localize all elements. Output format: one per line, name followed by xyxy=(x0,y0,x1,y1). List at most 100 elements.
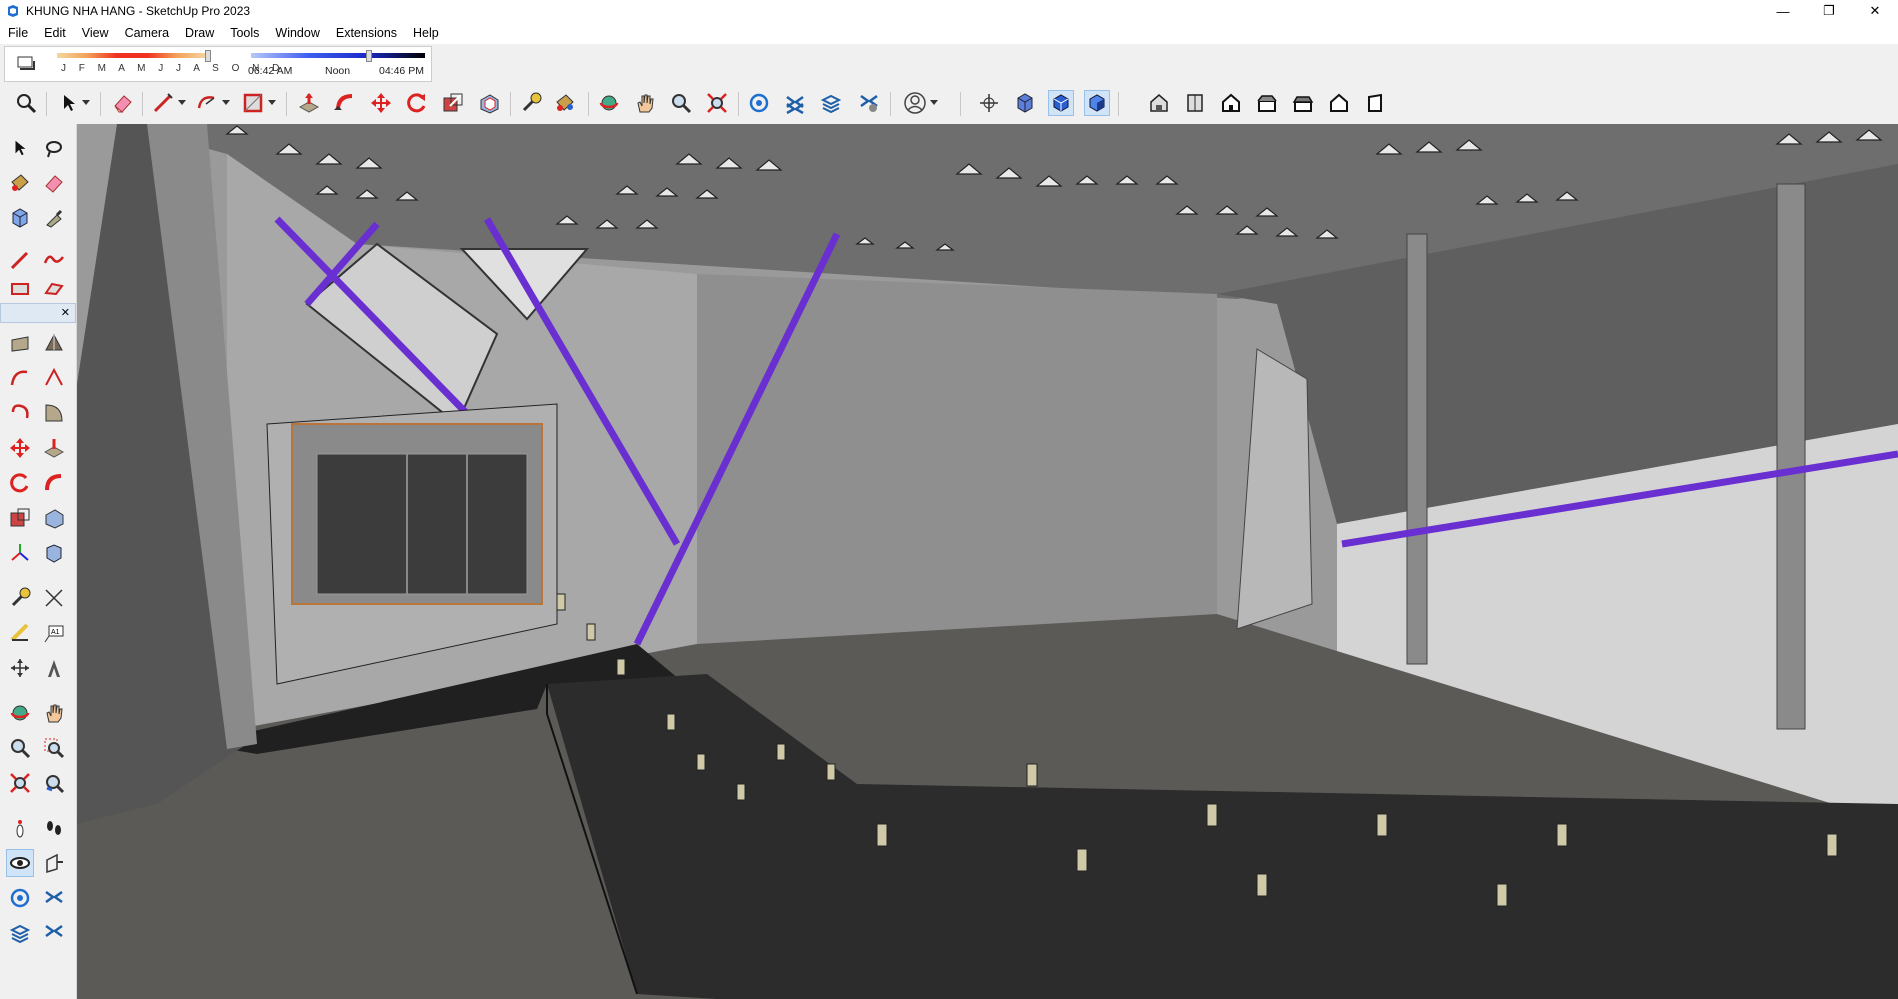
walk-icon[interactable] xyxy=(6,814,34,842)
menu-draw[interactable]: Draw xyxy=(177,26,222,40)
protractor-icon[interactable] xyxy=(6,619,34,647)
offset-icon[interactable] xyxy=(476,90,502,116)
dimensions-icon[interactable] xyxy=(40,584,68,612)
select-icon[interactable] xyxy=(56,90,82,116)
move-icon[interactable] xyxy=(368,90,394,116)
rotate-icon[interactable] xyxy=(404,90,430,116)
circle-tool-icon[interactable] xyxy=(6,329,34,357)
warehouse-tool-icon[interactable] xyxy=(6,884,34,912)
front-view-icon[interactable] xyxy=(1218,90,1244,116)
maximize-button[interactable]: ❐ xyxy=(1806,0,1852,22)
select-tool-icon[interactable] xyxy=(6,134,34,162)
menu-view[interactable]: View xyxy=(74,26,117,40)
component-tool-icon[interactable] xyxy=(6,204,34,232)
freehand-icon[interactable] xyxy=(40,246,68,274)
iso-view-icon[interactable] xyxy=(1146,90,1172,116)
zoom-icon[interactable] xyxy=(668,90,694,116)
position-camera-icon[interactable] xyxy=(976,90,1002,116)
account-icon[interactable] xyxy=(902,90,928,116)
menu-window[interactable]: Window xyxy=(267,26,327,40)
right-view-icon[interactable] xyxy=(1254,90,1280,116)
time-slider-track[interactable] xyxy=(251,53,425,58)
menu-tools[interactable]: Tools xyxy=(222,26,267,40)
polygon-tool-icon[interactable] xyxy=(40,329,68,357)
rotated-rectangle-icon[interactable] xyxy=(40,274,68,302)
section-plane-icon[interactable] xyxy=(40,849,68,877)
time-slider-thumb[interactable] xyxy=(366,50,372,62)
rectangle-tool-icon[interactable] xyxy=(6,274,34,302)
previous-view-icon[interactable] xyxy=(40,769,68,797)
axes-position-icon[interactable] xyxy=(6,654,34,682)
text-tool-icon[interactable]: A1 xyxy=(40,619,68,647)
arc-dropdown-icon[interactable] xyxy=(220,90,232,116)
top-view-icon[interactable] xyxy=(1182,90,1208,116)
back-view-icon[interactable] xyxy=(1290,90,1316,116)
close-button[interactable]: ✕ xyxy=(1852,0,1898,22)
zoom-extents-tool-icon[interactable] xyxy=(6,769,34,797)
extension-manager-icon[interactable] xyxy=(856,90,882,116)
tape-measure-icon[interactable] xyxy=(518,90,544,116)
arc-icon[interactable] xyxy=(194,90,220,116)
select-dropdown-icon[interactable] xyxy=(80,90,92,116)
orbit-icon[interactable] xyxy=(596,90,622,116)
menu-help[interactable]: Help xyxy=(405,26,447,40)
push-pull-icon[interactable] xyxy=(296,90,322,116)
rotate-tool-icon[interactable] xyxy=(6,469,34,497)
month-slider-thumb[interactable] xyxy=(205,50,211,62)
layout-tool-icon[interactable] xyxy=(6,919,34,947)
left-view-icon[interactable] xyxy=(1326,90,1352,116)
lasso-icon[interactable] xyxy=(40,134,68,162)
offset-tool-icon[interactable] xyxy=(40,504,68,532)
close-icon[interactable]: ✕ xyxy=(61,306,70,319)
account-dropdown-icon[interactable] xyxy=(928,90,940,116)
menu-extensions[interactable]: Extensions xyxy=(328,26,405,40)
two-point-arc-icon[interactable] xyxy=(40,364,68,392)
line-dropdown-icon[interactable] xyxy=(176,90,188,116)
minimize-button[interactable]: — xyxy=(1760,0,1806,22)
orbit-tool-icon[interactable] xyxy=(6,699,34,727)
pan-icon[interactable] xyxy=(632,90,658,116)
line-icon[interactable] xyxy=(150,90,176,116)
menu-file[interactable]: File xyxy=(0,26,36,40)
eraser-tool-icon[interactable] xyxy=(40,169,68,197)
model-viewport[interactable] xyxy=(77,124,1898,999)
shadow-toggle-icon[interactable] xyxy=(15,53,37,73)
paint-bucket-tool-icon[interactable] xyxy=(6,169,34,197)
footprints-icon[interactable] xyxy=(40,814,68,842)
paint-bucket-icon[interactable] xyxy=(552,90,578,116)
month-slider-track[interactable] xyxy=(57,53,207,58)
look-around-icon[interactable] xyxy=(6,849,34,877)
tape-measure-tool-icon[interactable] xyxy=(6,584,34,612)
shape-dropdown-icon[interactable] xyxy=(266,90,278,116)
zoom-tool-icon[interactable] xyxy=(6,734,34,762)
search-icon[interactable] xyxy=(13,90,39,116)
warehouse-icon[interactable] xyxy=(746,90,772,116)
push-pull-tool-icon[interactable] xyxy=(40,434,68,462)
dimension-tool-icon[interactable] xyxy=(40,539,68,567)
pie-tool-icon[interactable] xyxy=(40,399,68,427)
layout-icon[interactable] xyxy=(818,90,844,116)
sample-paint-icon[interactable] xyxy=(40,204,68,232)
menu-camera[interactable]: Camera xyxy=(117,26,177,40)
3d-text-icon[interactable] xyxy=(40,654,68,682)
menu-edit[interactable]: Edit xyxy=(36,26,74,40)
component-icon[interactable] xyxy=(1012,90,1038,116)
arc-tool-icon[interactable] xyxy=(6,364,34,392)
follow-me-icon[interactable] xyxy=(332,90,358,116)
axes-tool-icon[interactable] xyxy=(6,539,34,567)
eraser-icon[interactable] xyxy=(110,90,136,116)
floating-toolbar-header[interactable]: ✕ xyxy=(0,303,76,323)
shadow-icon[interactable] xyxy=(1084,90,1110,116)
extension-manager-tool-icon[interactable] xyxy=(40,919,68,947)
three-point-arc-icon[interactable] xyxy=(6,399,34,427)
extension-warehouse-tool-icon[interactable] xyxy=(40,884,68,912)
scale-icon[interactable] xyxy=(440,90,466,116)
outline-view-icon[interactable] xyxy=(1362,90,1388,116)
scale-tool-icon[interactable] xyxy=(6,504,34,532)
line-tool-icon[interactable] xyxy=(6,246,34,274)
zoom-extents-icon[interactable] xyxy=(704,90,730,116)
zoom-window-icon[interactable] xyxy=(40,734,68,762)
style-icon[interactable] xyxy=(1048,90,1074,116)
move-tool-icon[interactable] xyxy=(6,434,34,462)
shape-icon[interactable] xyxy=(240,90,266,116)
